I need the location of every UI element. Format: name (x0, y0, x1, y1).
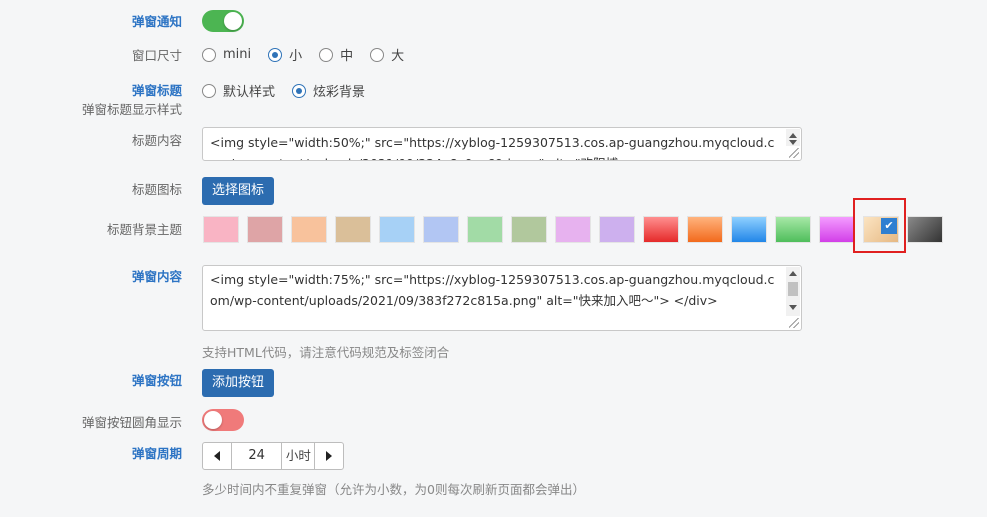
popup-buttons-label: 弹窗按钮 (131, 373, 182, 388)
theme-swatch[interactable] (819, 216, 855, 243)
popup-period-help: 多少时间内不重复弹窗（允许为小数，为0则每次刷新页面都会弹出） (202, 482, 585, 497)
theme-swatch[interactable] (423, 216, 459, 243)
window-size-radio-group: mini 小 中 大 (202, 45, 421, 64)
toggle-knob (224, 12, 242, 30)
theme-swatch[interactable] (291, 216, 327, 243)
theme-swatch[interactable] (467, 216, 503, 243)
theme-swatch[interactable] (247, 216, 283, 243)
title-content-text: <img style="width:50%;" src="https://xyb… (210, 135, 775, 160)
title-style-label: 弹窗标题 (131, 83, 182, 98)
radio-circle (370, 47, 385, 62)
title-content-label: 标题内容 (131, 133, 182, 148)
radio-circle (202, 47, 216, 62)
theme-swatch[interactable] (379, 216, 415, 243)
theme-swatch[interactable] (775, 216, 811, 243)
popup-notice-toggle[interactable] (202, 10, 244, 32)
title-style-sublabel: 弹窗标题显示样式 (81, 102, 182, 117)
popup-content-label: 弹窗内容 (131, 269, 182, 284)
radio-circle (319, 47, 334, 62)
theme-swatch[interactable] (555, 216, 591, 243)
theme-swatch[interactable] (511, 216, 547, 243)
popup-period-label: 弹窗周期 (131, 446, 182, 461)
popup-period-stepper[interactable]: 24 小时 (202, 442, 344, 470)
title-style-option-colorful[interactable]: 炫彩背景 (292, 81, 365, 100)
radio-circle (202, 83, 216, 98)
resize-grip-icon[interactable] (789, 318, 799, 328)
title-icon-label: 标题图标 (131, 182, 182, 197)
choose-icon-button[interactable]: 选择图标 (202, 177, 275, 205)
theme-swatch[interactable] (203, 216, 239, 243)
popup-notice-label: 弹窗通知 (131, 14, 182, 29)
theme-swatch[interactable] (907, 216, 943, 243)
selected-swatch-highlight (853, 198, 906, 253)
button-rounded-toggle[interactable] (202, 409, 244, 431)
button-rounded-label: 弹窗按钮圆角显示 (81, 415, 182, 430)
title-style-option-default[interactable]: 默认样式 (202, 81, 275, 100)
toggle-knob (204, 411, 222, 429)
window-size-option-large[interactable]: 大 (370, 45, 404, 64)
theme-swatch[interactable] (687, 216, 723, 243)
caret-right-icon (326, 451, 333, 461)
theme-swatch[interactable] (335, 216, 371, 243)
window-size-option-small[interactable]: 小 (268, 45, 302, 64)
popup-period-input[interactable]: 24 (230, 443, 283, 469)
title-content-textarea[interactable]: <img style="width:50%;" src="https://xyb… (202, 127, 802, 161)
radio-circle-checked (292, 83, 307, 98)
title-style-radio-group: 默认样式 炫彩背景 (202, 81, 382, 100)
radio-circle-checked (268, 47, 283, 62)
scrollbar-thumb[interactable] (788, 282, 798, 296)
scrollbar[interactable] (786, 129, 800, 146)
theme-swatch[interactable] (599, 216, 635, 243)
popup-period-unit: 小时 (282, 443, 316, 469)
increment-button[interactable] (315, 443, 343, 469)
add-button-button[interactable]: 添加按钮 (202, 369, 275, 397)
caret-left-icon (213, 451, 220, 461)
theme-swatch[interactable] (643, 216, 679, 243)
window-size-option-mini[interactable]: mini (202, 47, 251, 62)
window-size-label: 窗口尺寸 (131, 48, 182, 63)
title-bg-theme-label: 标题背景主题 (106, 222, 182, 237)
decrement-button[interactable] (203, 443, 231, 469)
scroll-up-arrow-icon[interactable] (789, 271, 797, 276)
popup-content-help: 支持HTML代码，请注意代码规范及标签闭合 (202, 345, 450, 360)
popup-content-text: <img style="width:75%;" src="https://xyb… (210, 272, 775, 308)
resize-grip-icon[interactable] (789, 148, 799, 158)
scroll-up-arrow-icon[interactable] (789, 133, 797, 138)
scrollbar[interactable] (786, 267, 800, 316)
popup-content-textarea[interactable]: <img style="width:75%;" src="https://xyb… (202, 265, 802, 331)
scroll-down-arrow-icon[interactable] (789, 140, 797, 145)
scroll-down-arrow-icon[interactable] (789, 305, 797, 310)
window-size-option-medium[interactable]: 中 (319, 45, 353, 64)
theme-swatch[interactable] (731, 216, 767, 243)
